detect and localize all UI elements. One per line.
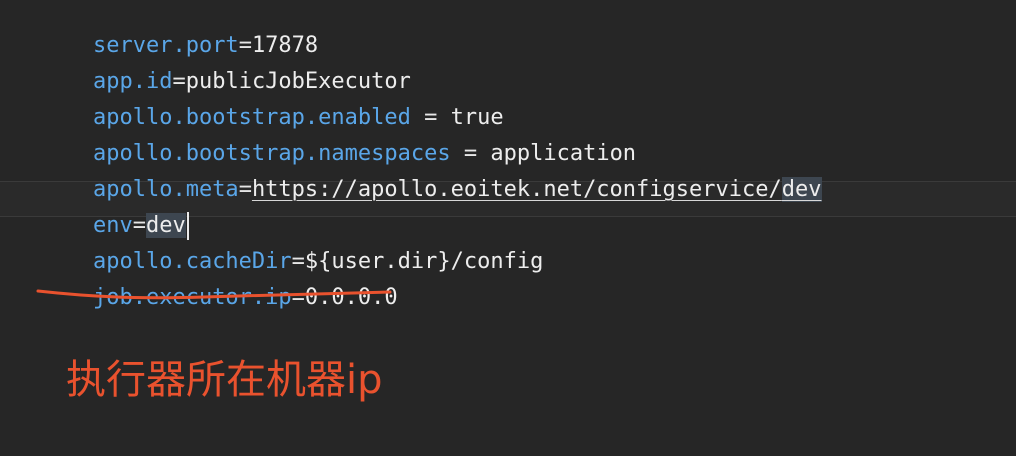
code-line-apollo-meta[interactable]: apollo.meta=https://apollo.eoitek.net/co… <box>40 148 822 202</box>
red-underline-annotation <box>36 289 392 300</box>
code-line-env[interactable]: env=dev <box>40 184 189 240</box>
code-line-apollo-bootstrap-enabled[interactable]: apollo.bootstrap.enabled = true <box>40 76 504 130</box>
assignment-operator: = <box>238 177 252 202</box>
code-line-apollo-cache-dir[interactable]: apollo.cacheDir=${user.dir}/config <box>40 220 543 274</box>
code-line-app-id[interactable]: app.id=publicJobExecutor <box>40 40 411 94</box>
code-line-job-executor-ip[interactable]: job.executor.ip=0.0.0.0 <box>40 256 398 310</box>
url-prefix: https://apollo.eoitek.net/configservice/ <box>251 177 782 202</box>
meta-url-link[interactable]: https://apollo.eoitek.net/configservice/… <box>252 177 822 202</box>
code-line-apollo-bootstrap-namespaces[interactable]: apollo.bootstrap.namespaces = applicatio… <box>40 112 636 166</box>
code-line-server-port[interactable]: server.port=17878 <box>40 4 318 58</box>
annotation-label: 执行器所在机器ip <box>66 357 383 403</box>
highlighted-word: dev <box>781 177 822 202</box>
code-editor[interactable]: server.port=17878 app.id=publicJobExecut… <box>0 0 1016 456</box>
